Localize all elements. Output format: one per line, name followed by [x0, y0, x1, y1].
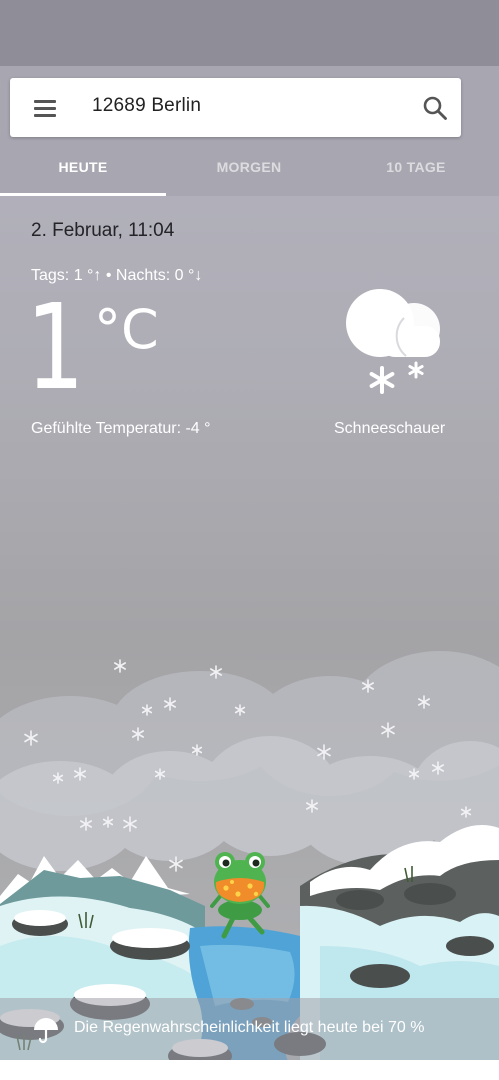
umbrella-icon: [34, 1018, 58, 1044]
search-icon[interactable]: [421, 94, 449, 122]
current-temperature: 1: [26, 278, 85, 416]
tab-heute[interactable]: HEUTE: [0, 142, 166, 196]
date-time: 2. Februar, 11:04: [31, 220, 175, 241]
temperature-unit: °C: [94, 298, 159, 361]
tab-bar: HEUTE MORGEN 10 TAGE: [0, 142, 499, 196]
tab-morgen[interactable]: MORGEN: [166, 142, 332, 196]
snow-shower-icon: [346, 289, 440, 394]
status-bar: [0, 0, 499, 66]
condition-label: Schneeschauer: [334, 420, 446, 437]
location-text[interactable]: 12689 Berlin: [92, 95, 201, 117]
tab-label: 10 TAGE: [386, 159, 446, 175]
search-bar[interactable]: 12689 Berlin: [10, 78, 461, 137]
menu-icon[interactable]: [32, 97, 58, 119]
tab-label: MORGEN: [216, 159, 282, 175]
frog-mascot: [210, 852, 270, 939]
weather-content: 2. Februar, 11:04 Tags: 1 °↑ • Nachts: 0…: [0, 196, 499, 1080]
feels-like-temperature: Gefühlte Temperatur: -4 °: [31, 420, 211, 437]
tab-10-tage[interactable]: 10 TAGE: [333, 142, 499, 196]
rain-probability-text: Die Regenwahrscheinlichkeit liegt heute …: [74, 1019, 425, 1036]
system-navigation-bar: [0, 1060, 499, 1080]
rain-probability-banner: Die Regenwahrscheinlichkeit liegt heute …: [0, 998, 499, 1060]
weather-screen: 12689 Berlin HEUTE MORGEN 10 TAGE 2. Feb…: [0, 0, 499, 1080]
tab-label: HEUTE: [58, 159, 108, 175]
app-header: 12689 Berlin HEUTE MORGEN 10 TAGE: [0, 66, 499, 196]
